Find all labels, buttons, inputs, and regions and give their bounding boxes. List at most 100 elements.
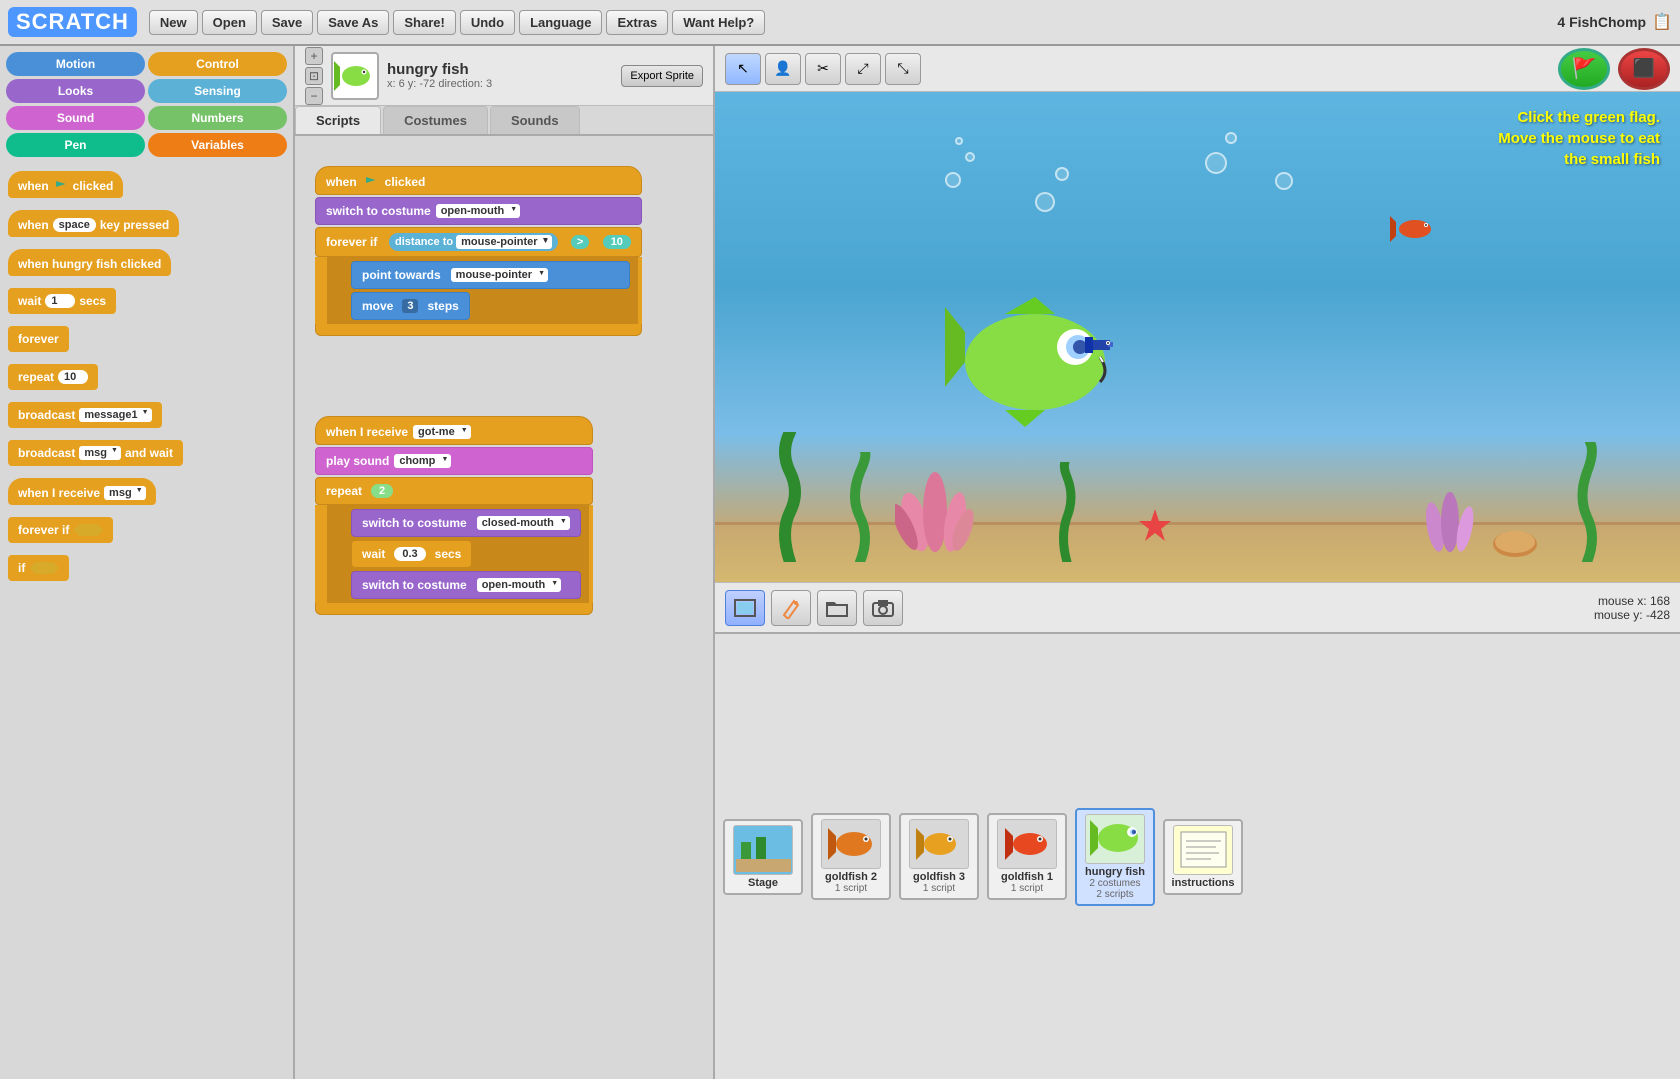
script-tabs: Scripts Costumes Sounds	[295, 106, 713, 136]
green-flag-button[interactable]: 🚩	[1558, 48, 1610, 90]
stamp-tool[interactable]: 👤	[765, 53, 801, 85]
help-button[interactable]: Want Help?	[672, 10, 765, 35]
coral-1	[895, 452, 975, 552]
stop-button[interactable]: ⬛	[1618, 48, 1670, 90]
instructions-label: instructions	[1172, 877, 1235, 889]
block-if[interactable]: if	[8, 555, 69, 581]
stage-controls: ↖ 👤 ✂ ⤢ ⤡ 🚩 ⬛	[715, 46, 1680, 92]
sprite-item-hungryfish[interactable]: hungry fish 2 costumes2 scripts	[1075, 808, 1155, 906]
hungryfish-label: hungry fish	[1085, 866, 1145, 878]
sprite-item-goldfish2[interactable]: goldfish 2 1 script	[811, 813, 891, 900]
undo-button[interactable]: Undo	[460, 10, 515, 35]
category-motion[interactable]: Motion	[6, 52, 145, 76]
save-button[interactable]: Save	[261, 10, 313, 35]
hungry-fish-sprite	[945, 292, 1125, 432]
goldfish3-label: goldfish 3	[913, 871, 965, 883]
sprite-item-instructions[interactable]: instructions	[1163, 819, 1243, 895]
repeat-inner: switch to costume closed-mouth wait 0.3 …	[315, 505, 593, 603]
tab-sounds[interactable]: Sounds	[490, 106, 580, 134]
language-button[interactable]: Language	[519, 10, 602, 35]
scratch-logo: SCRATCH	[8, 7, 137, 37]
coral-2	[1420, 472, 1480, 552]
zoom-in-btn[interactable]: +	[305, 47, 323, 65]
block-when-receive-got-me[interactable]: when I receive got-me	[315, 416, 593, 445]
block-repeat-2[interactable]: repeat 2	[315, 477, 593, 505]
category-control[interactable]: Control	[148, 52, 287, 76]
shrink-tool[interactable]: ⤡	[885, 53, 921, 85]
stage-canvas[interactable]: Click the green flag.Move the mouse to e…	[715, 92, 1680, 582]
stage-label: Stage	[748, 877, 778, 889]
sprite-item-goldfish3[interactable]: goldfish 3 1 script	[899, 813, 979, 900]
tab-scripts[interactable]: Scripts	[295, 106, 381, 134]
seaweed-2	[845, 452, 875, 562]
zoom-out-btn[interactable]: −	[305, 87, 323, 105]
category-pen[interactable]: Pen	[6, 133, 145, 157]
sprite-item-stage[interactable]: Stage	[723, 819, 803, 895]
share-button[interactable]: Share!	[393, 10, 455, 35]
goldfish1-thumb	[997, 819, 1057, 869]
category-sound[interactable]: Sound	[6, 106, 145, 130]
forever-if-bottom	[315, 324, 642, 336]
block-when-flag-clicked[interactable]: when clicked	[315, 166, 642, 195]
camera-btn[interactable]	[863, 590, 903, 626]
block-when-sprite-clicked[interactable]: when hungry fish clicked	[8, 249, 171, 276]
forever-if-inner: point towards mouse-pointer move 3 steps	[315, 257, 642, 324]
block-switch-costume-open[interactable]: switch to costume open-mouth	[351, 571, 581, 599]
block-broadcast[interactable]: broadcast message1	[8, 402, 162, 428]
tab-costumes[interactable]: Costumes	[383, 106, 488, 134]
goldfish3-info: 1 script	[923, 883, 955, 894]
block-when-receive[interactable]: when I receive msg	[8, 478, 156, 505]
block-wait-0-3[interactable]: wait 0.3 secs	[351, 540, 472, 568]
topbar: SCRATCH New Open Save Save As Share! Und…	[0, 0, 1680, 46]
block-move[interactable]: move 3 steps	[351, 292, 470, 320]
block-switch-costume-1[interactable]: switch to costume open-mouth	[315, 197, 642, 225]
block-forever-if[interactable]: forever if distance to mouse-pointer▼ > …	[315, 227, 642, 257]
block-wait[interactable]: wait 1 secs	[8, 288, 116, 314]
category-looks[interactable]: Looks	[6, 79, 145, 103]
bubble	[945, 172, 961, 188]
new-button[interactable]: New	[149, 10, 198, 35]
starfish	[1135, 507, 1175, 547]
sprite-header: + ⊡ − hungry fish x: 6 y: -72 direction:…	[295, 46, 713, 106]
stage-thumb	[733, 825, 793, 875]
hungryfish-info: 2 costumes2 scripts	[1089, 878, 1140, 900]
expand-tool[interactable]: ⤢	[845, 53, 881, 85]
sprites-panel: Stage goldfish 2 1 script	[715, 632, 1680, 1079]
pointer-tool[interactable]: ↖	[725, 53, 761, 85]
export-sprite-button[interactable]: Export Sprite	[621, 65, 703, 87]
bubble	[1225, 132, 1237, 144]
block-play-sound[interactable]: play sound chomp	[315, 447, 593, 475]
instruction-text: Click the green flag.Move the mouse to e…	[1498, 107, 1660, 170]
block-broadcast-wait[interactable]: broadcast msg and wait	[8, 440, 183, 466]
block-repeat[interactable]: repeat 10	[8, 364, 98, 390]
rock	[1490, 522, 1540, 557]
block-forever-if[interactable]: forever if	[8, 517, 113, 543]
zoom-fit-btn[interactable]: ⊡	[305, 67, 323, 85]
hungryfish-thumb	[1085, 814, 1145, 864]
category-sensing[interactable]: Sensing	[148, 79, 287, 103]
sprite-item-goldfish1[interactable]: goldfish 1 1 script	[987, 813, 1067, 900]
extras-button[interactable]: Extras	[606, 10, 668, 35]
category-numbers[interactable]: Numbers	[148, 106, 287, 130]
goldfish2-info: 1 script	[835, 883, 867, 894]
sprite-thumbnail	[331, 52, 379, 100]
open-button[interactable]: Open	[202, 10, 257, 35]
goldfish1-info: 1 script	[1011, 883, 1043, 894]
scissors-tool[interactable]: ✂	[805, 53, 841, 85]
category-variables[interactable]: Variables	[148, 133, 287, 157]
block-forever[interactable]: forever	[8, 326, 69, 352]
seaweed-4	[1575, 442, 1600, 562]
block-when-key[interactable]: when space key pressed	[8, 210, 179, 237]
block-when-clicked[interactable]: when clicked	[8, 171, 123, 198]
folder-btn[interactable]	[817, 590, 857, 626]
block-point-towards[interactable]: point towards mouse-pointer	[351, 261, 630, 289]
project-name: 4 FishChomp 📋	[1557, 12, 1672, 32]
stage-view-btn[interactable]	[725, 590, 765, 626]
stage-toolbar: mouse x: 168 mouse y: -428	[715, 582, 1680, 632]
scripts-canvas[interactable]: when clicked switch to costume open-mout…	[295, 136, 713, 1079]
seaweed-1	[775, 432, 805, 562]
saveas-button[interactable]: Save As	[317, 10, 389, 35]
block-switch-costume-closed[interactable]: switch to costume closed-mouth	[351, 509, 581, 537]
repeat-block: repeat 2 switch to costume closed-mouth …	[315, 477, 593, 615]
paint-tool-btn[interactable]	[771, 590, 811, 626]
